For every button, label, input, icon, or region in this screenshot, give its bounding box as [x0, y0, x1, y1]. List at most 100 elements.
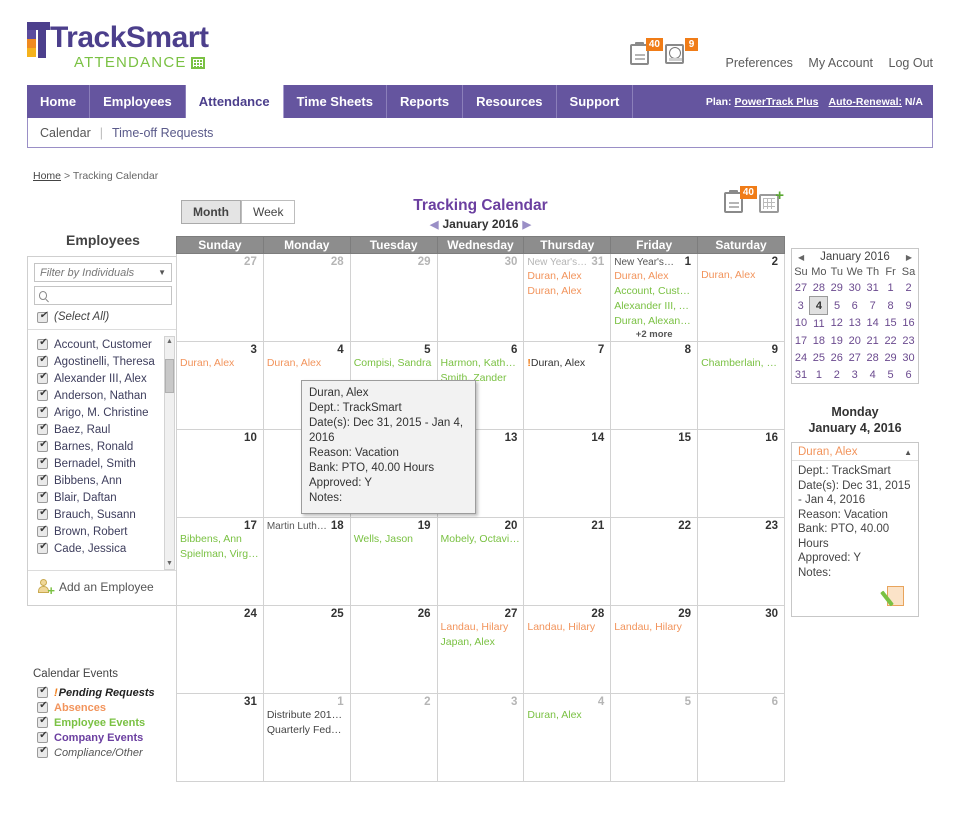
legend-checkbox[interactable]	[37, 715, 49, 728]
calendar-day-cell[interactable]: 30	[436, 253, 525, 342]
nav-tab-reports[interactable]: Reports	[387, 85, 464, 118]
employee-checkbox[interactable]	[37, 422, 49, 435]
calendar-day-cell[interactable]: 2 Duran, Alex	[697, 253, 785, 342]
employee-list-item[interactable]: Agostinelli, Theresa	[28, 353, 178, 370]
calendar-day-cell[interactable]: 28	[262, 253, 351, 342]
employee-list-item[interactable]: Anderson, Nathan	[28, 387, 178, 404]
employee-list-item[interactable]: Bibbens, Ann	[28, 472, 178, 489]
calendar-event[interactable]: !Duran, Alex	[524, 356, 610, 371]
calendar-day-cell[interactable]: 17 Bibbens, Ann Spielman, Virginia	[176, 517, 264, 606]
clipboard-icon[interactable]: 40	[724, 186, 757, 215]
mini-calendar-day[interactable]: 2	[828, 366, 846, 383]
employee-checkbox[interactable]	[37, 354, 49, 367]
mini-calendar-day[interactable]: 28	[864, 349, 882, 366]
mini-prev-month-icon[interactable]: ◀	[798, 253, 804, 262]
calendar-event[interactable]: Landau, Hilary	[611, 620, 697, 635]
employee-list-item[interactable]: Cade, Jessica	[28, 540, 178, 557]
mini-calendar-day[interactable]: 21	[864, 332, 882, 349]
mini-calendar-day[interactable]: 4	[864, 366, 882, 383]
calendar-day-cell[interactable]: 29	[349, 253, 438, 342]
mini-calendar-day[interactable]: 30	[900, 349, 918, 366]
nav-tab-support[interactable]: Support	[557, 85, 634, 118]
employee-list-item[interactable]: Blair, Daftan	[28, 489, 178, 506]
employee-list-item[interactable]: Barnes, Ronald	[28, 438, 178, 455]
calendar-event[interactable]: Duran, Alexander	[611, 314, 697, 329]
employee-list-item[interactable]: Baez, Raul	[28, 421, 178, 438]
mini-calendar-day[interactable]: 9	[900, 297, 918, 315]
employee-checkbox[interactable]	[37, 507, 49, 520]
calendar-event[interactable]: Duran, Alex	[524, 284, 610, 299]
select-all-row[interactable]: (Select All)	[28, 305, 178, 330]
plan-value-link[interactable]: PowerTrack Plus	[734, 96, 818, 108]
my-account-link[interactable]: My Account	[808, 56, 873, 70]
calendar-event[interactable]: Duran, Alex	[698, 268, 784, 283]
mini-calendar-day[interactable]: 5	[882, 366, 900, 383]
calendar-day-cell[interactable]: 21	[523, 517, 612, 606]
calendar-day-cell[interactable]: 14	[523, 429, 612, 518]
employee-checkbox[interactable]	[37, 388, 49, 401]
subnav-time-off-requests[interactable]: Time-off Requests	[112, 126, 213, 140]
employee-list-scrollbar[interactable]: ▲ ▼	[164, 336, 175, 570]
mini-calendar-day[interactable]: 24	[792, 349, 810, 366]
employee-checkbox[interactable]	[37, 337, 49, 350]
calendar-day-cell[interactable]: 27 Landau, Hilary Japan, Alex	[436, 605, 525, 694]
calendar-day-cell[interactable]: 16	[697, 429, 785, 518]
calendar-event[interactable]: Bibbens, Ann	[177, 532, 263, 547]
mini-calendar-day[interactable]: 25	[810, 349, 828, 366]
calendar-day-cell[interactable]: 2	[349, 693, 438, 782]
mini-calendar-day[interactable]: 5	[828, 297, 846, 315]
calendar-event[interactable]: Duran, Alex	[264, 356, 350, 371]
mini-calendar-day[interactable]: 31	[864, 279, 882, 297]
mini-calendar-day[interactable]: 11	[810, 315, 828, 333]
scroll-up-icon[interactable]: ▲	[165, 337, 174, 347]
employee-search-input[interactable]	[50, 288, 167, 303]
clipboard-icon[interactable]: 40	[630, 38, 663, 67]
mini-calendar-day[interactable]: 23	[900, 332, 918, 349]
auto-renewal-label[interactable]: Auto-Renewal:	[828, 96, 902, 108]
legend-checkbox[interactable]	[37, 685, 49, 698]
mini-calendar-day[interactable]: 31	[792, 366, 810, 383]
calendar-day-cell[interactable]: 5	[610, 693, 699, 782]
more-events-link[interactable]: +2 more	[611, 329, 697, 340]
prev-month-icon[interactable]: ◀	[430, 219, 438, 231]
calendar-day-cell[interactable]: 27	[176, 253, 264, 342]
breadcrumb-home[interactable]: Home	[33, 170, 61, 182]
log-out-link[interactable]: Log Out	[889, 56, 933, 70]
nav-tab-attendance[interactable]: Attendance	[185, 85, 284, 118]
mini-calendar-day[interactable]: 15	[882, 315, 900, 333]
mini-calendar-day[interactable]: 17	[792, 332, 810, 349]
month-view-button[interactable]: Month	[181, 200, 241, 224]
calendar-day-cell[interactable]: 22	[610, 517, 699, 606]
calendar-event[interactable]: Harmon, Kathele...	[438, 356, 524, 371]
mini-calendar-day[interactable]: 12	[828, 315, 846, 333]
next-month-icon[interactable]: ▶	[523, 219, 531, 231]
clock-icon[interactable]: 9	[665, 38, 698, 67]
employee-checkbox[interactable]	[37, 439, 49, 452]
calendar-day-cell[interactable]: 26	[349, 605, 438, 694]
select-all-checkbox[interactable]	[37, 310, 49, 323]
employee-list-item[interactable]: Account, Customer	[28, 336, 178, 353]
calendar-day-cell[interactable]: 3 Duran, Alex	[176, 341, 264, 430]
mini-calendar-day[interactable]: 6	[900, 366, 918, 383]
calendar-event[interactable]: Mobely, Octavious	[438, 532, 524, 547]
logo[interactable]: TrackSmart ATTENDANCE	[27, 22, 209, 71]
calendar-event[interactable]: Duran, Alex	[524, 269, 610, 284]
mini-calendar-day[interactable]: 20	[846, 332, 864, 349]
calendar-event[interactable]: Chamberlain, Emily	[698, 356, 784, 371]
mini-calendar-day[interactable]: 16	[900, 315, 918, 333]
employee-checkbox[interactable]	[37, 456, 49, 469]
nav-tab-employees[interactable]: Employees	[90, 85, 186, 118]
calendar-day-cell[interactable]: 3	[436, 693, 525, 782]
mini-calendar-day[interactable]: 7	[864, 297, 882, 315]
mini-calendar-day[interactable]: 1	[882, 279, 900, 297]
legend-checkbox[interactable]	[37, 700, 49, 713]
calendar-event[interactable]: Wells, Jason	[351, 532, 437, 547]
calendar-day-cell[interactable]: 29 Landau, Hilary	[610, 605, 699, 694]
employee-list-item[interactable]: Brauch, Susann	[28, 506, 178, 523]
add-calendar-icon[interactable]: +	[759, 188, 784, 213]
calendar-day-cell[interactable]: New Year's Eve31Duran, AlexDuran, Alex	[523, 253, 612, 342]
calendar-event[interactable]: Duran, Alex	[524, 708, 610, 723]
mini-calendar-day[interactable]: 2	[900, 279, 918, 297]
calendar-day-cell[interactable]: 4 Duran, Alex	[523, 693, 612, 782]
calendar-day-cell[interactable]: 23	[697, 517, 785, 606]
